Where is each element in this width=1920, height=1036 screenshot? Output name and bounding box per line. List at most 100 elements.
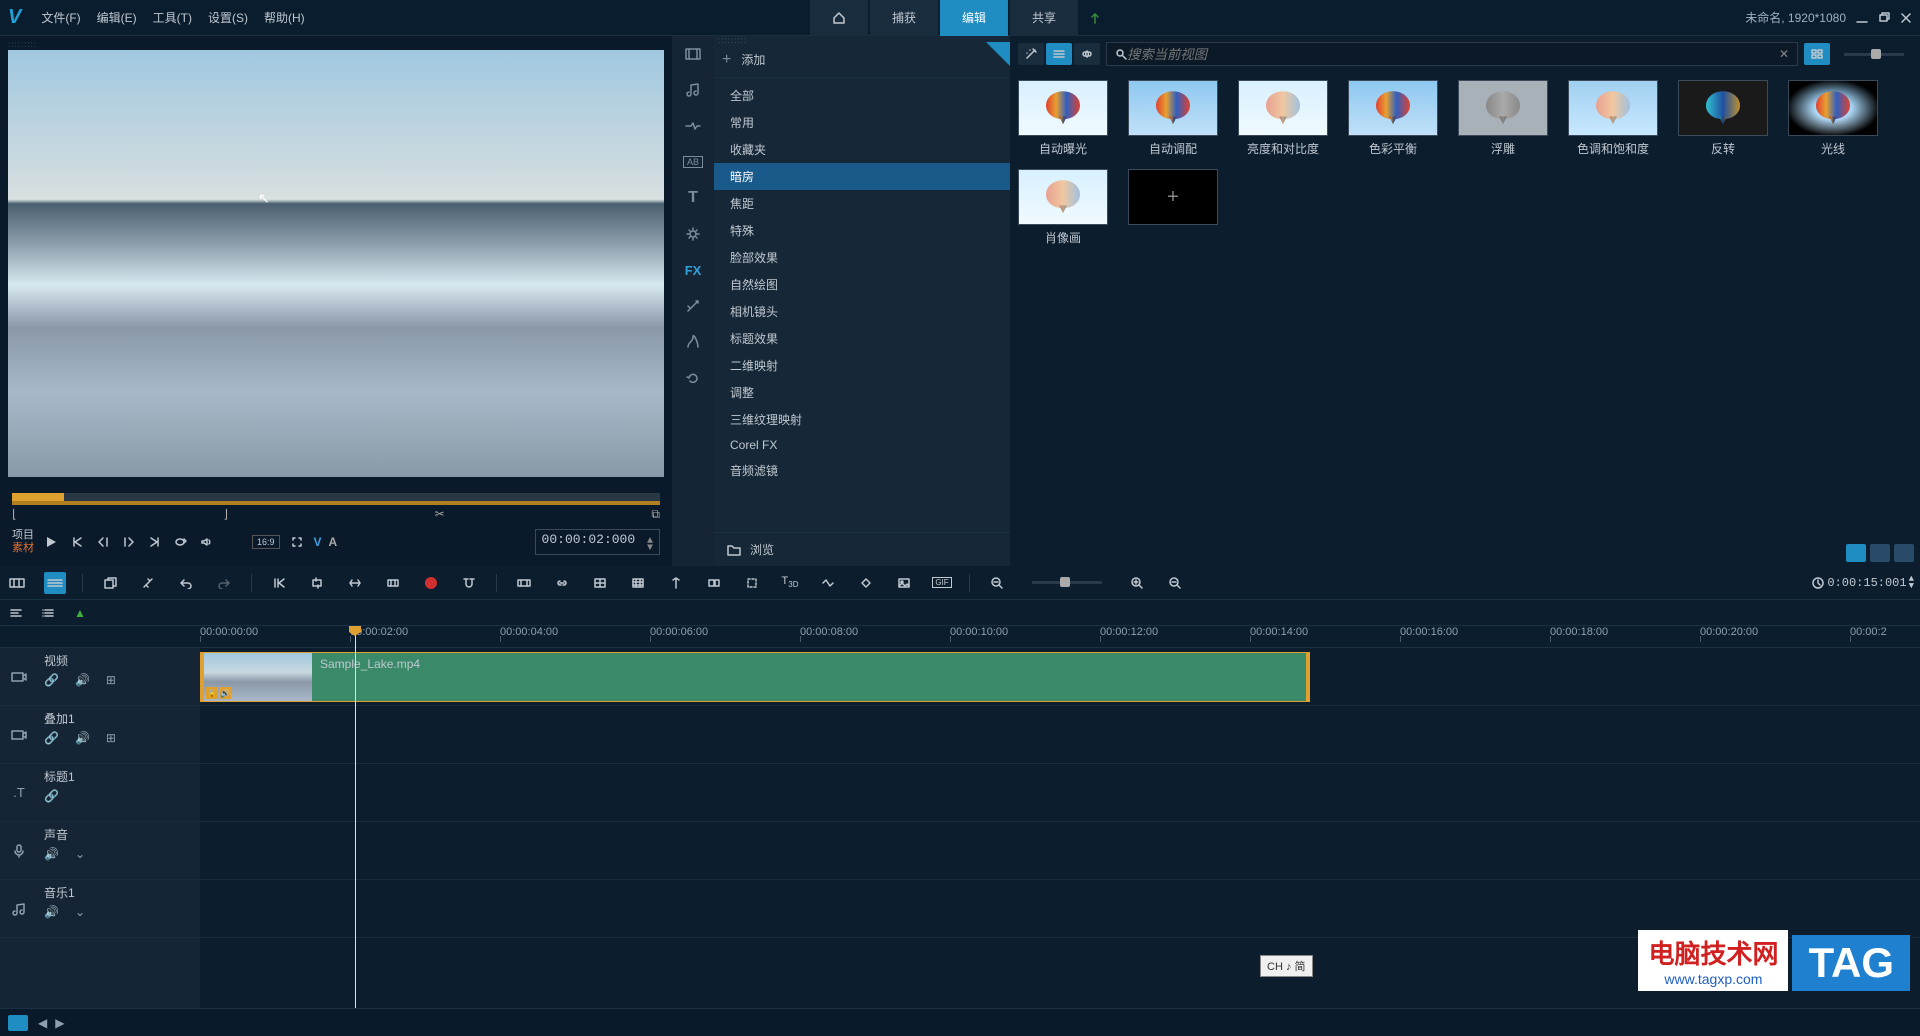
redo-button[interactable] xyxy=(213,572,235,594)
minimize-icon[interactable] xyxy=(1856,12,1868,24)
clip-icon[interactable] xyxy=(513,572,535,594)
duration-display[interactable]: 0:00:15:001 ▲▼ xyxy=(1811,576,1914,590)
tab-share[interactable]: 共享 xyxy=(1010,0,1078,36)
list-icon[interactable] xyxy=(1046,43,1072,65)
ime-indicator[interactable]: CH ♪ 简 xyxy=(1260,955,1313,977)
search-box[interactable]: ✕ xyxy=(1106,42,1798,66)
search-input[interactable] xyxy=(1127,47,1779,62)
storyboard-view[interactable] xyxy=(6,572,28,594)
effect-thumb[interactable]: 自动曝光 xyxy=(1018,80,1108,157)
track-row-sound[interactable] xyxy=(200,822,1920,880)
effect-thumb[interactable]: 自动调配 xyxy=(1128,80,1218,157)
cat-item[interactable]: 收藏夹 xyxy=(714,136,1010,163)
go-start-button[interactable] xyxy=(68,533,86,551)
link-icon[interactable]: 🔗 xyxy=(44,731,59,745)
align-left-icon[interactable] xyxy=(6,604,26,622)
chevron-down-icon[interactable]: ⌄ xyxy=(75,905,85,919)
cat-item[interactable]: 脸部效果 xyxy=(714,244,1010,271)
step-back-button[interactable] xyxy=(94,533,112,551)
export-arrow-icon[interactable] xyxy=(1080,0,1110,36)
clear-icon[interactable]: ✕ xyxy=(1779,47,1789,61)
preview-mode[interactable]: 项目 素材 xyxy=(12,529,34,555)
footer-tab-2[interactable] xyxy=(1870,544,1890,562)
add-icon[interactable]: + xyxy=(722,51,731,69)
menu-edit[interactable]: 编辑(E) xyxy=(97,9,137,26)
grid-icon[interactable]: ⊞ xyxy=(106,673,116,687)
footer-tab-1[interactable] xyxy=(1846,544,1866,562)
cat-item[interactable]: Corel FX xyxy=(714,433,1010,457)
group-icon[interactable] xyxy=(703,572,725,594)
libtab-ab[interactable]: AB xyxy=(672,144,714,180)
close-icon[interactable] xyxy=(1900,12,1912,24)
libtab-transition[interactable] xyxy=(672,108,714,144)
menu-tools[interactable]: 工具(T) xyxy=(153,9,192,26)
menu-help[interactable]: 帮助(H) xyxy=(264,9,305,26)
time-ruler[interactable]: 00:00:00:00 00:00:02:00 00:00:04:00 00:0… xyxy=(200,626,1920,648)
duplicate-icon[interactable] xyxy=(99,572,121,594)
effect-thumb[interactable]: 肖像画 xyxy=(1018,169,1108,246)
volume-button[interactable] xyxy=(198,533,216,551)
effect-thumb[interactable]: 反转 xyxy=(1678,80,1768,157)
zoom-slider[interactable] xyxy=(1032,581,1102,584)
track-head-video[interactable]: 视频 🔗🔊⊞ xyxy=(0,648,200,706)
t3d-icon[interactable]: T3D xyxy=(779,572,801,594)
track-head-title[interactable]: .T 标题1 🔗 xyxy=(0,764,200,822)
restore-icon[interactable] xyxy=(1878,12,1890,24)
pin-icon[interactable] xyxy=(986,42,1010,66)
volume-icon[interactable]: 🔊 xyxy=(75,731,90,745)
go-end-button[interactable] xyxy=(146,533,164,551)
go-start-icon[interactable] xyxy=(268,572,290,594)
zoom-fit-icon[interactable] xyxy=(382,572,404,594)
table-icon[interactable] xyxy=(627,572,649,594)
cat-item[interactable]: 三维纹理映射 xyxy=(714,406,1010,433)
libtab-title[interactable]: T xyxy=(672,180,714,216)
track-row-video[interactable]: 🔒🔊 Sample_Lake.mp4 xyxy=(200,648,1920,706)
zoom-in-icon[interactable] xyxy=(1126,572,1148,594)
drag-handle[interactable]: ::::::::: xyxy=(4,40,668,46)
link-icon[interactable]: 🔗 xyxy=(44,789,59,803)
grid-view-icon[interactable] xyxy=(1804,43,1830,65)
cat-item[interactable]: 自然绘图 xyxy=(714,271,1010,298)
snapshot-icon[interactable]: ⧉ xyxy=(651,507,660,522)
scroll-right-icon[interactable]: ▶ xyxy=(55,1016,64,1030)
cat-item[interactable]: 标题效果 xyxy=(714,325,1010,352)
track-head-sound[interactable]: 声音 🔊⌄ xyxy=(0,822,200,880)
aspect-ratio[interactable]: 16:9 xyxy=(252,535,280,549)
effect-thumb[interactable]: 色彩平衡 xyxy=(1348,80,1438,157)
loop-button[interactable] xyxy=(172,533,190,551)
track-row-title[interactable] xyxy=(200,764,1920,822)
volume-icon[interactable]: 🔊 xyxy=(75,673,90,687)
cat-item[interactable]: 二维映射 xyxy=(714,352,1010,379)
tool-icon[interactable] xyxy=(137,572,159,594)
split-icon[interactable]: ✂ xyxy=(435,507,445,522)
scroll-left-icon[interactable]: ◀ xyxy=(38,1016,47,1030)
track-row-overlay[interactable] xyxy=(200,706,1920,764)
mark-in-icon[interactable]: ⌊ xyxy=(12,507,17,522)
expand-icon[interactable]: ▲ xyxy=(70,604,90,622)
effect-thumb[interactable]: 色调和饱和度 xyxy=(1568,80,1658,157)
fit-icon[interactable] xyxy=(1164,572,1186,594)
track-head-overlay[interactable]: 叠加1 🔗🔊⊞ xyxy=(0,706,200,764)
mark-out-icon[interactable]: ⌋ xyxy=(223,507,228,522)
libtab-fx[interactable]: FX xyxy=(672,252,714,288)
libtab-media[interactable] xyxy=(672,36,714,72)
cat-item[interactable]: 音频滤镜 xyxy=(714,457,1010,484)
va-toggle[interactable]: V A xyxy=(314,535,340,549)
cat-item[interactable]: 相机镜头 xyxy=(714,298,1010,325)
chain-icon[interactable] xyxy=(551,572,573,594)
chevron-down-icon[interactable]: ⌄ xyxy=(75,847,85,861)
resize-button[interactable] xyxy=(288,533,306,551)
menu-settings[interactable]: 设置(S) xyxy=(208,9,248,26)
grid-icon[interactable] xyxy=(589,572,611,594)
effect-thumb[interactable]: 浮雕 xyxy=(1458,80,1548,157)
list2-icon[interactable] xyxy=(38,604,58,622)
tab-home[interactable] xyxy=(810,0,868,36)
image-icon[interactable] xyxy=(893,572,915,594)
step-fwd-button[interactable] xyxy=(120,533,138,551)
libtab-settings[interactable] xyxy=(672,216,714,252)
record-button[interactable] xyxy=(420,572,442,594)
link-icon[interactable]: 🔗 xyxy=(44,673,59,687)
volume-icon[interactable]: 🔊 xyxy=(44,905,59,919)
stretch-icon[interactable] xyxy=(344,572,366,594)
libtab-motion[interactable] xyxy=(672,288,714,324)
